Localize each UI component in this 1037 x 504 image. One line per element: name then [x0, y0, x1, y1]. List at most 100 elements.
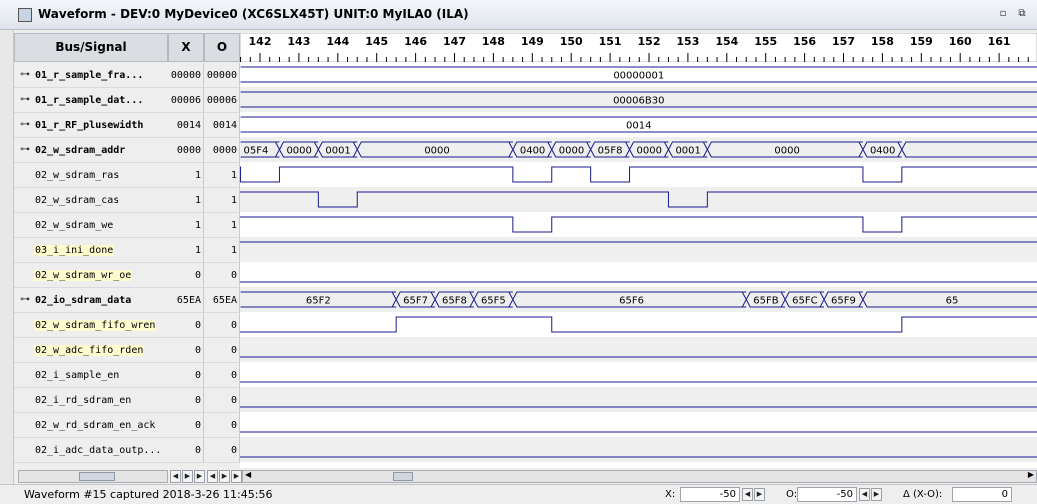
o-cursor-value: 00006 [204, 88, 240, 113]
signal-name: 02_w_sdram_addr [35, 145, 126, 156]
o-cursor-decrement[interactable]: ◀ [859, 488, 870, 501]
signal-row-label[interactable]: 02_w_sdram_ras [14, 163, 168, 188]
bus-value-label: 0400 [870, 146, 895, 157]
signal-row-label[interactable]: 02_w_sdram_wr_oe [14, 263, 168, 288]
o-cursor-value: 0014 [204, 113, 240, 138]
signal-list-scroll-thumb[interactable] [79, 472, 115, 481]
x-cursor-value: 1 [168, 213, 204, 238]
timeline-tick-label: 153 [676, 35, 699, 48]
waveform-scrollbar[interactable]: ◀ ▶ [242, 470, 1037, 483]
waveform-canvas[interactable]: 142 143 144 145 146 147 148 149 150 151 152 153 154 1… [240, 33, 1037, 468]
x-cursor-header[interactable]: X [168, 33, 204, 62]
timeline-tick-label: 160 [949, 35, 972, 48]
capture-status: Waveform #15 captured 2018-3-26 11:45:56 [24, 488, 273, 501]
waveform-scroll-thumb[interactable] [393, 472, 413, 481]
x-cursor-value: 00006 [168, 88, 204, 113]
bus-value-label: 0001 [675, 146, 700, 157]
x-cursor-value: 0 [168, 338, 204, 363]
x-prev-button[interactable]: ◀ [170, 470, 181, 483]
o-next-edge-button[interactable]: ▶ [231, 470, 242, 483]
delta-field: 0 [952, 487, 1012, 502]
o-cursor-value: 0 [204, 263, 240, 288]
o-cursor-value: 1 [204, 238, 240, 263]
waveform-row-background [240, 362, 1037, 387]
o-cursor-value: 1 [204, 188, 240, 213]
signal-row-label[interactable]: 02_i_adc_data_outp... [14, 438, 168, 463]
signal-name: 01_r_sample_dat... [35, 95, 144, 106]
o-cursor-value: 0 [204, 338, 240, 363]
signal-row-label[interactable]: ⊶ 02_w_sdram_addr [14, 138, 168, 163]
o-next-button[interactable]: ▶ [219, 470, 230, 483]
signal-row-label[interactable]: 02_w_adc_fifo_rden [14, 338, 168, 363]
signal-name: 02_w_sdram_wr_oe [34, 270, 133, 281]
signal-row-label[interactable]: 02_w_sdram_we [14, 213, 168, 238]
timeline-tick-label: 155 [754, 35, 777, 48]
signal-row-label[interactable]: ⊶ 01_r_sample_fra... [14, 63, 168, 88]
signal-row-label[interactable]: 03_i_ini_done [14, 238, 168, 263]
scroll-left-icon[interactable]: ◀ [245, 470, 251, 479]
signal-name: 01_r_RF_plusewidth [35, 120, 144, 131]
bus-value-label: 65FC [792, 296, 817, 307]
timeline-tick-label: 144 [326, 35, 349, 48]
bus-value-label: 05F8 [598, 146, 623, 157]
o-cursor-value: 1 [204, 163, 240, 188]
maximize-icon[interactable]: ⧉ [1016, 8, 1028, 20]
o-prev-button[interactable]: ◀ [207, 470, 218, 483]
timeline-tick-label: 143 [287, 35, 310, 48]
x-cursor-field[interactable]: -50 [680, 487, 740, 502]
o-cursor-value: 1 [204, 213, 240, 238]
timeline-tick-label: 157 [832, 35, 855, 48]
waveform-row-background [240, 187, 1037, 212]
bus-value-label: 65F2 [306, 296, 331, 307]
window-title: Waveform - DEV:0 MyDevice0 (XC6SLX45T) U… [38, 7, 469, 21]
scroll-right-icon[interactable]: ▶ [1028, 470, 1034, 479]
bus-value-label: 0000 [286, 146, 311, 157]
o-cursor-header[interactable]: O [204, 33, 240, 62]
expand-bus-icon[interactable]: ⊶ [20, 119, 30, 130]
signal-name: 02_w_sdram_we [35, 220, 114, 231]
minimize-icon[interactable]: ▫ [997, 8, 1009, 20]
timeline-tick-label: 146 [404, 35, 427, 48]
expand-bus-icon[interactable]: ⊶ [20, 69, 30, 80]
bus-value-label: 0014 [626, 121, 651, 132]
timeline-tick-label: 152 [638, 35, 661, 48]
timeline-tick-label: 159 [910, 35, 933, 48]
signal-list-scrollbar[interactable] [18, 470, 168, 483]
signal-row-label[interactable]: ⊶ 01_r_sample_dat... [14, 88, 168, 113]
o-cursor-increment[interactable]: ▶ [871, 488, 882, 501]
timeline-tick-label: 158 [871, 35, 894, 48]
signal-row-label[interactable]: 02_i_sample_en [14, 363, 168, 388]
expand-bus-icon[interactable]: ⊶ [20, 294, 30, 305]
x-next-button[interactable]: ▶ [182, 470, 193, 483]
x-cursor-value: 0 [168, 313, 204, 338]
x-cursor-value: 0 [168, 438, 204, 463]
bus-value-label: 65F8 [442, 296, 467, 307]
o-cursor-field[interactable]: -50 [797, 487, 857, 502]
bus-value-label: 00000001 [613, 71, 664, 82]
timeline-tick-label: 145 [365, 35, 388, 48]
signal-row-label[interactable]: ⊶ 01_r_RF_plusewidth [14, 113, 168, 138]
signal-row-label[interactable]: 02_w_sdram_fifo_wren [14, 313, 168, 338]
o-cursor-value: 0 [204, 363, 240, 388]
expand-bus-icon[interactable]: ⊶ [20, 94, 30, 105]
timeline-tick-label: 142 [249, 35, 272, 48]
bus-value-label: 05F4 [244, 146, 269, 157]
o-cursor-value: 0 [204, 438, 240, 463]
expand-bus-icon[interactable]: ⊶ [20, 144, 30, 155]
window-titlebar: Waveform - DEV:0 MyDevice0 (XC6SLX45T) U… [0, 0, 1037, 30]
x-next-edge-button[interactable]: ▶ [194, 470, 205, 483]
o-cursor-value: 65EA [204, 288, 240, 313]
signal-name: 03_i_ini_done [34, 245, 115, 256]
signal-name: 01_r_sample_fra... [35, 70, 144, 81]
x-cursor-decrement[interactable]: ◀ [742, 488, 753, 501]
timeline-tick-label: 154 [715, 35, 738, 48]
waveform-row-background [240, 412, 1037, 437]
signal-row-label[interactable]: 02_w_rd_sdram_en_ack [14, 413, 168, 438]
signal-row-label[interactable]: 02_w_sdram_cas [14, 188, 168, 213]
signal-row-label[interactable]: 02_i_rd_sdram_en [14, 388, 168, 413]
signal-row-label[interactable]: ⊶ 02_io_sdram_data [14, 288, 168, 313]
o-cursor-value: 0000 [204, 138, 240, 163]
signal-name: 02_w_sdram_cas [35, 195, 120, 206]
x-cursor-increment[interactable]: ▶ [754, 488, 765, 501]
bus-signal-header[interactable]: Bus/Signal [14, 33, 168, 62]
